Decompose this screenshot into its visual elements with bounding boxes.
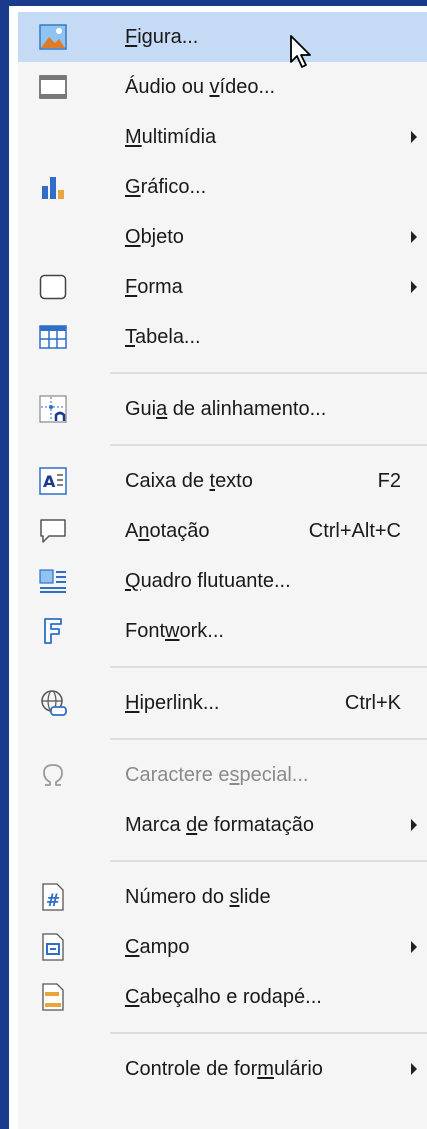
- menu-item-objeto[interactable]: Objeto: [18, 212, 427, 262]
- menu-item-caractere-especial[interactable]: Caractere especial...: [18, 750, 427, 800]
- menu-item-label: Hiperlink...: [125, 691, 220, 714]
- fontwork-icon: [38, 616, 68, 646]
- shortcut-label: F2: [377, 469, 401, 492]
- menu-item-hiperlink[interactable]: Hiperlink... Ctrl+K: [18, 678, 427, 728]
- menu-item-label: Controle de formulário: [125, 1057, 323, 1080]
- menu-item-anotacao[interactable]: Anotação Ctrl+Alt+C: [18, 506, 427, 556]
- menu-separator: [18, 1022, 427, 1044]
- menu-item-label: Cabeçalho e rodapé...: [125, 985, 322, 1008]
- menu-item-label: Caixa de texto: [125, 469, 253, 492]
- shortcut-label: Ctrl+Alt+C: [308, 519, 401, 542]
- menu-item-numero-slide[interactable]: # Número do slide: [18, 872, 427, 922]
- chart-icon: [38, 172, 68, 202]
- menu-item-label: Quadro flutuante...: [125, 569, 291, 592]
- shape-icon: [38, 272, 68, 302]
- menu-item-campo[interactable]: Campo: [18, 922, 427, 972]
- window-frame: Figura... Áudio ou vídeo... Multimídia G…: [0, 0, 427, 1129]
- menu-item-label: Gráfico...: [125, 175, 207, 198]
- slide-number-icon: #: [38, 882, 68, 912]
- menu-item-label: Número do slide: [125, 885, 271, 908]
- svg-text:A: A: [43, 472, 56, 491]
- menu-item-figura[interactable]: Figura...: [18, 12, 427, 68]
- submenu-arrow-icon: [411, 131, 417, 143]
- menu-item-guia-alinhamento[interactable]: Guia de alinhamento...: [18, 384, 427, 434]
- menu-separator: [18, 728, 427, 750]
- menu-item-label: Anotação: [125, 519, 210, 542]
- hyperlink-icon: [38, 688, 68, 718]
- menu-item-label: Marca de formatação: [125, 813, 314, 836]
- menu-item-marca-formatacao[interactable]: Marca de formatação: [18, 800, 427, 850]
- table-icon: [38, 322, 68, 352]
- header-footer-icon: [38, 982, 68, 1012]
- comment-icon: [38, 516, 68, 546]
- omega-icon: [38, 760, 68, 790]
- submenu-arrow-icon: [411, 231, 417, 243]
- submenu-arrow-icon: [411, 941, 417, 953]
- field-icon: [38, 932, 68, 962]
- snap-guide-icon: [38, 394, 68, 424]
- menu-item-forma[interactable]: Forma: [18, 262, 427, 312]
- menu-item-label: Objeto: [125, 225, 184, 248]
- menu-item-label: Forma: [125, 275, 183, 298]
- floating-frame-icon: [38, 566, 68, 596]
- insert-menu: Figura... Áudio ou vídeo... Multimídia G…: [18, 12, 427, 1129]
- menu-item-audio-video[interactable]: Áudio ou vídeo...: [18, 62, 427, 112]
- menu-item-label: Multimídia: [125, 125, 217, 148]
- menu-item-controle-formulario[interactable]: Controle de formulário: [18, 1044, 427, 1094]
- video-icon: [38, 72, 68, 102]
- menu-separator: [18, 656, 427, 678]
- menu-item-label: Figura...: [125, 25, 199, 48]
- menu-item-fontwork[interactable]: Fontwork...: [18, 606, 427, 656]
- menu-item-label: Guia de alinhamento...: [125, 397, 327, 420]
- menu-item-label: Áudio ou vídeo...: [125, 75, 276, 98]
- svg-text:#: #: [46, 891, 60, 911]
- menu-item-label: Tabela...: [125, 325, 201, 348]
- menu-item-quadro-flutuante[interactable]: Quadro flutuante...: [18, 556, 427, 606]
- menu-separator: [18, 362, 427, 384]
- menu-item-label: Campo: [125, 935, 190, 958]
- menu-separator: [18, 434, 427, 456]
- menu-separator: [18, 850, 427, 872]
- menu-item-label: Fontwork...: [125, 619, 224, 642]
- menu-item-multimidia[interactable]: Multimídia: [18, 112, 427, 162]
- submenu-arrow-icon: [411, 281, 417, 293]
- shortcut-label: Ctrl+K: [344, 691, 401, 714]
- menu-item-grafico[interactable]: Gráfico...: [18, 162, 427, 212]
- menu-item-label: Caractere especial...: [125, 763, 309, 786]
- image-icon: [38, 22, 68, 52]
- menu-item-tabela[interactable]: Tabela...: [18, 312, 427, 362]
- submenu-arrow-icon: [411, 819, 417, 831]
- menu-item-caixa-texto[interactable]: A Caixa de texto F2: [18, 456, 427, 506]
- menu-item-cabecalho-rodape[interactable]: Cabeçalho e rodapé...: [18, 972, 427, 1022]
- text-box-icon: A: [38, 466, 68, 496]
- submenu-arrow-icon: [411, 1063, 417, 1075]
